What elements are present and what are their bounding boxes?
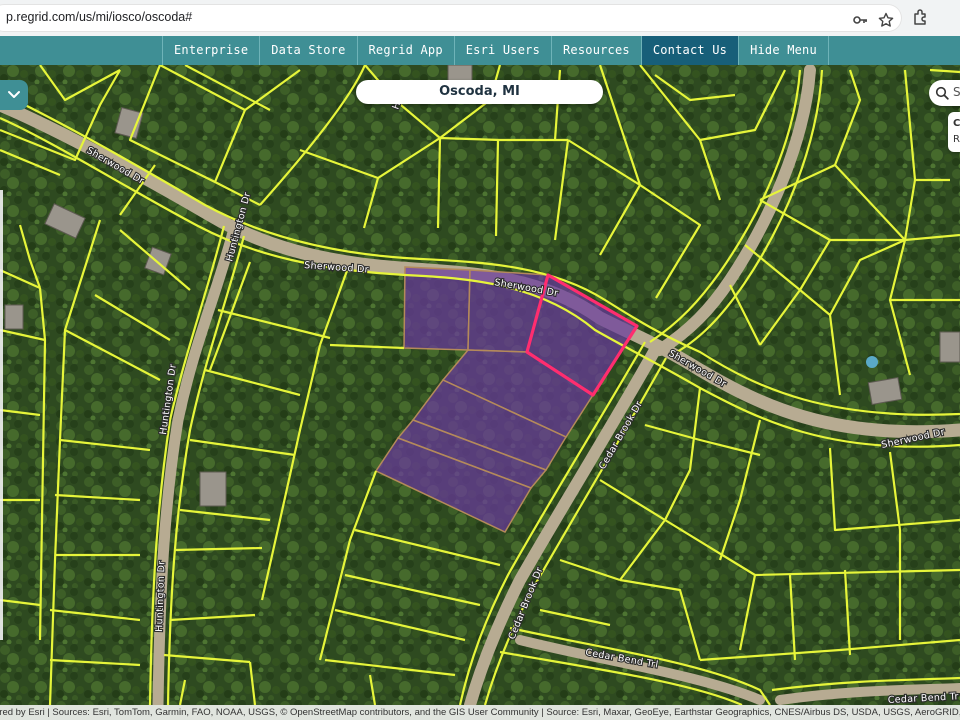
map-view[interactable]: Sherwood Dr Sherwood Dr Sherwood Dr Sher… (0, 65, 960, 705)
info-card-line-1: C (953, 118, 960, 129)
nav-regrid-app[interactable]: Regrid App (356, 36, 454, 65)
extensions-icon[interactable] (912, 8, 930, 26)
info-card-line-2: R (953, 134, 960, 145)
map-attribution: ered by Esri | Sources: Esri, TomTom, Ga… (0, 705, 960, 720)
nav-hide-menu[interactable]: Hide Menu (738, 36, 829, 65)
side-panel-edge[interactable] (0, 190, 3, 640)
key-icon[interactable] (852, 12, 868, 28)
satellite-map[interactable]: Sherwood Dr Sherwood Dr Sherwood Dr Sher… (0, 65, 960, 705)
address-bar[interactable]: p.regrid.com/us/mi/iosco/oscoda# (0, 4, 902, 32)
panel-toggle-button[interactable] (0, 80, 28, 110)
top-navigation: Enterprise Data Store Regrid App Esri Us… (0, 36, 960, 65)
search-box[interactable]: S (929, 80, 960, 106)
nav-esri-users[interactable]: Esri Users (453, 36, 551, 65)
nav-resources[interactable]: Resources (551, 36, 641, 65)
chevron-down-icon (8, 91, 20, 98)
star-icon[interactable] (878, 12, 894, 28)
search-placeholder: S (953, 85, 960, 99)
nav-enterprise[interactable]: Enterprise (162, 36, 259, 65)
nav-menu: Enterprise Data Store Regrid App Esri Us… (162, 36, 829, 65)
pool (866, 356, 878, 368)
nav-data-store[interactable]: Data Store (259, 36, 356, 65)
nav-contact-us[interactable]: Contact Us (640, 36, 739, 65)
attribution-text: ered by Esri | Sources: Esri, TomTom, Ga… (0, 707, 960, 718)
location-label: Oscoda, MI (356, 80, 603, 104)
url-text: p.regrid.com/us/mi/iosco/oscoda# (6, 10, 193, 24)
search-icon (935, 86, 949, 100)
browser-toolbar: p.regrid.com/us/mi/iosco/oscoda# (0, 0, 960, 37)
parcel-info-card[interactable]: C R (948, 112, 960, 152)
